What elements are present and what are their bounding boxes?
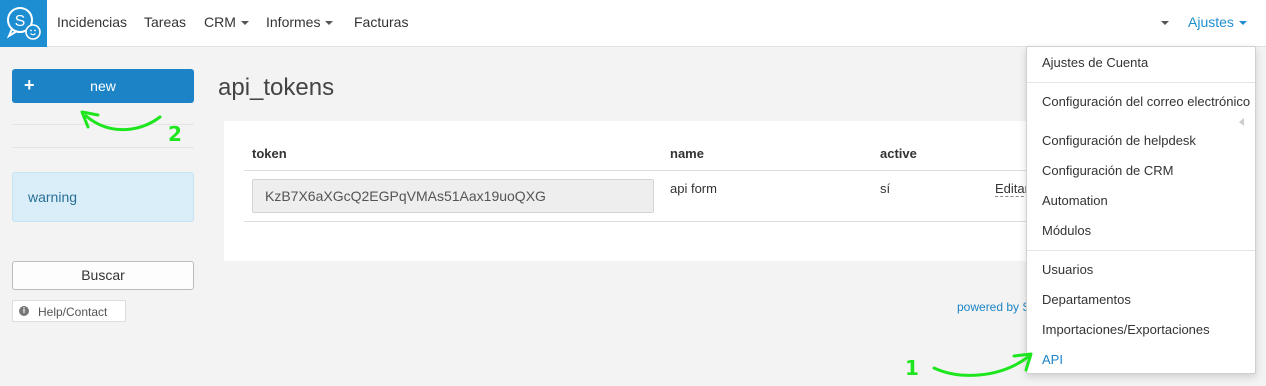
annotation-step-2: 2 xyxy=(168,122,182,146)
annotation-arrow-2 xyxy=(84,114,162,132)
annotation-overlay xyxy=(80,110,1033,377)
annotation-step-1: 1 xyxy=(905,356,919,380)
annotation-arrow-1 xyxy=(932,355,1030,377)
